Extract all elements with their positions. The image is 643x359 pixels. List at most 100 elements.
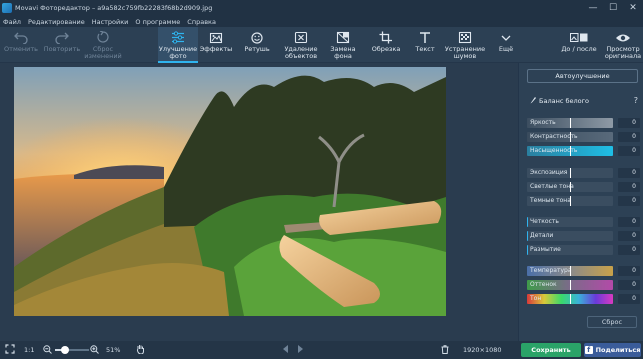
tab-text[interactable]: Текст <box>410 27 440 63</box>
auto-enhance-button[interactable]: Автоулучшение <box>527 69 638 83</box>
chevron-down-icon <box>501 29 511 46</box>
edited-photo[interactable] <box>14 67 446 316</box>
tab-remove-objects[interactable]: Удаление объектов <box>281 27 321 63</box>
blur-slider-handle[interactable] <box>527 245 528 255</box>
zoom-slider-track <box>55 346 89 354</box>
hue-slider[interactable]: Тон <box>527 294 613 304</box>
minimize-button[interactable]: — <box>583 0 603 16</box>
contrast-slider-handle[interactable] <box>570 132 571 142</box>
menu-edit[interactable]: Редактирование <box>28 18 85 26</box>
temperature-slider[interactable]: Температура <box>527 266 613 276</box>
temperature-slider-handle[interactable] <box>570 266 571 276</box>
zoom-slider-handle[interactable] <box>61 346 70 354</box>
more-tools-button[interactable]: Ещё <box>494 27 518 63</box>
zoom-slider[interactable] <box>55 341 89 359</box>
brightness-slider-handle[interactable] <box>570 118 571 128</box>
blur-value[interactable]: 0 <box>618 245 640 255</box>
tab-crop[interactable]: Обрезка <box>368 27 404 63</box>
menu-help[interactable]: Справка <box>187 18 216 26</box>
adjustments-panel: Автоулучшение Баланс белого ? Яркость 0 … <box>518 63 643 341</box>
details-slider[interactable]: Детали <box>527 231 613 241</box>
shadows-slider[interactable]: Темные тона <box>527 196 613 206</box>
crop-icon <box>379 29 393 46</box>
shadows-label: Темные тона <box>530 197 571 204</box>
temperature-value[interactable]: 0 <box>618 266 640 276</box>
help-icon[interactable]: ? <box>634 96 638 105</box>
undo-label: Отменить <box>4 45 38 53</box>
brightness-value[interactable]: 0 <box>618 118 640 128</box>
hue-value[interactable]: 0 <box>618 294 640 304</box>
fit-screen-button[interactable] <box>5 341 15 359</box>
menu-settings[interactable]: Настройки <box>92 18 129 26</box>
zoom-in-button[interactable] <box>90 341 99 359</box>
brightness-slider[interactable]: Яркость <box>527 118 613 128</box>
exposure-value[interactable]: 0 <box>618 168 640 178</box>
exposure-label: Экспозиция <box>530 169 568 176</box>
blur-slider[interactable]: Размытие <box>527 245 613 255</box>
exposure-slider-handle[interactable] <box>570 168 571 178</box>
window-controls: — ☐ ✕ <box>583 0 643 16</box>
menu-file[interactable]: Файл <box>3 18 21 26</box>
clarity-slider-handle[interactable] <box>527 217 528 227</box>
undo-icon <box>14 29 28 46</box>
saturation-value[interactable]: 0 <box>618 146 640 156</box>
view-original-button[interactable]: Просмотр оригинала <box>604 27 642 63</box>
white-balance-row: Баланс белого ? <box>527 96 640 106</box>
exposure-slider[interactable]: Экспозиция <box>527 168 613 178</box>
tab-retouch[interactable]: Ретушь <box>240 27 274 63</box>
delete-button[interactable] <box>441 341 449 359</box>
zoom-in-icon <box>90 344 99 356</box>
shadows-value[interactable]: 0 <box>618 196 640 206</box>
clarity-value[interactable]: 0 <box>618 217 640 227</box>
details-value[interactable]: 0 <box>618 231 640 241</box>
tab-enhance-photo[interactable]: Улучшение фото <box>158 27 198 63</box>
hue-slider-handle[interactable] <box>570 294 571 304</box>
highlights-slider[interactable]: Светлые тона <box>527 182 613 192</box>
share-button[interactable]: f Поделиться <box>584 343 641 357</box>
tab-denoise[interactable]: Устранение шумов <box>443 27 487 63</box>
saturation-slider-handle[interactable] <box>570 146 571 156</box>
eye-icon <box>615 29 631 46</box>
redo-button[interactable]: Повторить <box>42 27 82 63</box>
sliders-icon <box>171 29 185 46</box>
save-button[interactable]: Сохранить <box>521 343 581 357</box>
image-dimensions: 1920×1080 <box>463 346 502 354</box>
actual-size-button[interactable]: 1:1 <box>24 341 34 359</box>
canvas-area[interactable] <box>0 63 518 341</box>
zoom-level: 51% <box>106 346 121 354</box>
tab-replace-background[interactable]: Замена фона <box>325 27 361 63</box>
tint-slider-handle[interactable] <box>570 280 571 290</box>
close-button[interactable]: ✕ <box>623 0 643 16</box>
view-original-label-2: оригинала <box>604 52 642 60</box>
maximize-button[interactable]: ☐ <box>603 0 623 16</box>
contrast-slider[interactable]: Контрастность <box>527 132 613 142</box>
reset-changes-button[interactable]: Сброс изменений <box>84 27 122 63</box>
menu-about[interactable]: О программе <box>135 18 180 26</box>
highlights-value[interactable]: 0 <box>618 182 640 192</box>
details-slider-handle[interactable] <box>527 231 528 241</box>
clarity-slider[interactable]: Четкость <box>527 217 613 227</box>
contrast-value[interactable]: 0 <box>618 132 640 142</box>
tint-slider[interactable]: Оттенок <box>527 280 613 290</box>
undo-button[interactable]: Отменить <box>2 27 40 63</box>
next-image-button[interactable] <box>297 341 304 359</box>
shadows-slider-handle[interactable] <box>570 196 571 206</box>
retouch-label: Ретушь <box>244 45 270 53</box>
eyedropper-icon[interactable] <box>529 96 537 107</box>
zoom-out-button[interactable] <box>43 341 52 359</box>
highlights-slider-handle[interactable] <box>570 182 571 192</box>
hue-label: Тон <box>530 295 542 302</box>
reset-icon <box>96 29 110 46</box>
toolbar: Отменить Повторить Сброс изменений Улучш… <box>0 27 643 63</box>
tint-value[interactable]: 0 <box>618 280 640 290</box>
tab-effects[interactable]: Эффекты <box>199 27 233 63</box>
prev-image-button[interactable] <box>282 341 289 359</box>
reset-adjustments-button[interactable]: Сброс <box>587 316 637 328</box>
replace-bg-label-2: фона <box>334 52 352 60</box>
before-after-button[interactable]: До / после <box>558 27 600 63</box>
details-label: Детали <box>530 232 554 239</box>
pan-hand-button[interactable] <box>136 341 145 359</box>
before-after-icon <box>570 29 588 46</box>
status-bar: 1:1 51% 1920×1080 Сохранить f Поделиться <box>0 341 643 359</box>
saturation-slider[interactable]: Насыщенность <box>527 146 613 156</box>
